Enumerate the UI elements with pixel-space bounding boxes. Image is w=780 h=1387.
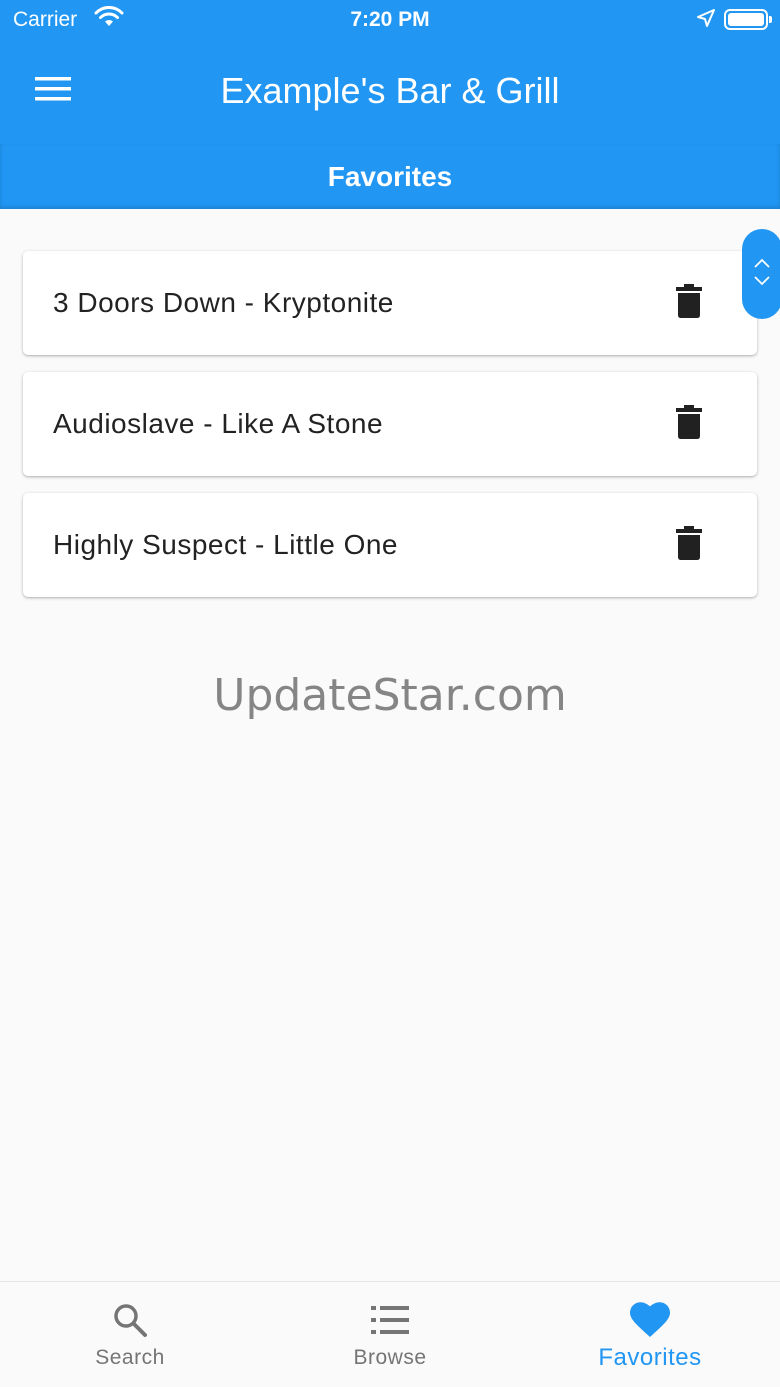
favorite-card[interactable]: Audioslave - Like A Stone xyxy=(23,372,757,476)
favorite-card[interactable]: Highly Suspect - Little One xyxy=(23,493,757,597)
trash-icon xyxy=(676,404,702,444)
location-arrow-icon xyxy=(697,9,715,33)
delete-favorite-button[interactable] xyxy=(669,281,709,325)
nav-item-favorites[interactable]: Favorites xyxy=(520,1282,780,1387)
status-bar: Carrier 7:20 PM xyxy=(0,0,780,40)
favorite-song-label: Audioslave - Like A Stone xyxy=(53,408,384,439)
app-bar: Carrier 7:20 PM Example's Bar & Grill xyxy=(0,0,780,144)
app-title: Example's Bar & Grill xyxy=(220,70,560,111)
section-header: Favorites xyxy=(0,144,780,209)
nav-label-favorites: Favorites xyxy=(598,1344,702,1371)
chevron-up-icon xyxy=(753,256,771,274)
battery-icon xyxy=(724,9,772,30)
delete-favorite-button[interactable] xyxy=(669,523,709,567)
clock-label: 7:20 PM xyxy=(350,8,430,31)
favorite-card[interactable]: 3 Doors Down - Kryptonite xyxy=(23,251,757,355)
trash-icon xyxy=(676,525,702,565)
scroll-handle[interactable] xyxy=(742,229,780,319)
search-icon xyxy=(112,1300,148,1340)
chevron-down-icon xyxy=(753,274,771,292)
section-title: Favorites xyxy=(327,160,453,192)
trash-icon xyxy=(676,283,702,323)
list-icon xyxy=(371,1300,409,1340)
nav-item-browse[interactable]: Browse xyxy=(260,1282,520,1387)
bottom-navigation: Search Browse Favorites xyxy=(0,1281,780,1387)
nav-item-search[interactable]: Search xyxy=(0,1282,260,1387)
delete-favorite-button[interactable] xyxy=(669,402,709,446)
favorite-song-label: 3 Doors Down - Kryptonite xyxy=(53,287,394,318)
favorites-list: 3 Doors Down - Kryptonite Audioslave - L… xyxy=(23,251,757,614)
favorite-song-label: Highly Suspect - Little One xyxy=(53,529,398,560)
watermark-text: UpdateStar.com xyxy=(213,670,567,721)
heart-icon xyxy=(630,1300,670,1340)
nav-label-search: Search xyxy=(95,1346,165,1369)
nav-label-browse: Browse xyxy=(353,1346,427,1369)
